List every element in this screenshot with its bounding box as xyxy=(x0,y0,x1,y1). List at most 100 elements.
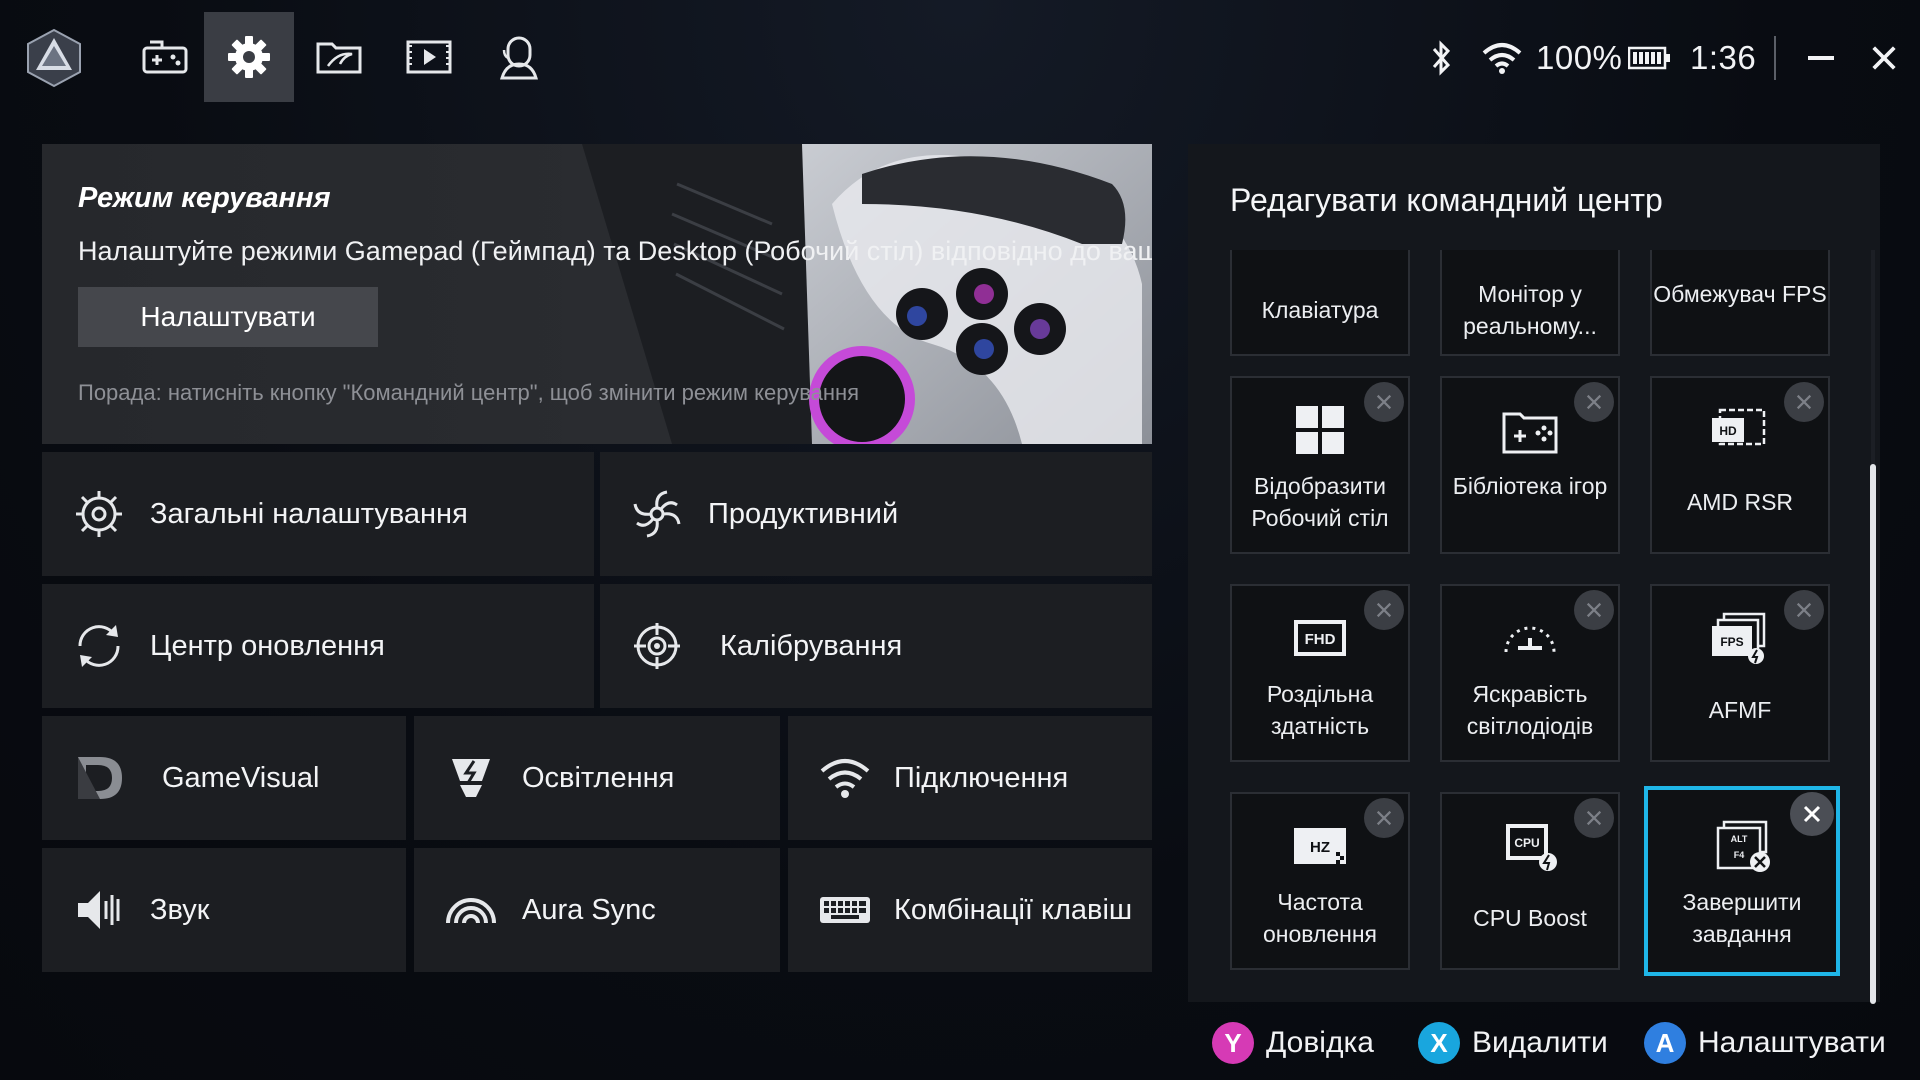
alt-f4-icon: ALT F4 xyxy=(1716,820,1770,872)
nav-tab-media[interactable] xyxy=(384,12,474,102)
aura-sync-icon xyxy=(446,898,496,924)
tile-update-center[interactable]: Центр оновлення xyxy=(42,584,594,708)
a-button-icon: A xyxy=(1644,1022,1686,1064)
card-label: Яскравість світлодіодів xyxy=(1466,681,1594,739)
hint-label: Видалити xyxy=(1472,1026,1608,1059)
windows-icon xyxy=(1296,406,1344,454)
fps-frames-icon: FPS xyxy=(1712,612,1766,664)
tile-label: Підключення xyxy=(894,761,1069,794)
card-label: Завершити завдання xyxy=(1682,889,1802,947)
svg-text:FHD: FHD xyxy=(1305,631,1336,648)
tile-key-combinations[interactable]: Комбінації клавіш xyxy=(788,848,1152,972)
close-icon[interactable] xyxy=(1870,30,1900,86)
card-label: Монітор у реальному... xyxy=(1463,281,1597,339)
tile-label: Центр оновлення xyxy=(150,629,385,662)
tile-gamevisual[interactable]: GameVisual xyxy=(42,716,406,840)
banner-title: Режим керування xyxy=(78,182,331,214)
card-afmf[interactable]: FPS AFMF xyxy=(1650,584,1830,762)
lighting-icon xyxy=(452,759,490,797)
minimize-icon[interactable] xyxy=(1806,30,1836,86)
tile-label: Калібрування xyxy=(720,629,903,662)
scrollbar-thumb[interactable] xyxy=(1870,464,1876,1004)
tile-label: Загальні налаштування xyxy=(150,497,468,530)
fhd-icon: FHD xyxy=(1294,620,1346,656)
y-button-icon: Y xyxy=(1212,1022,1254,1064)
tile-lighting[interactable]: Освітлення xyxy=(414,716,780,840)
card-label: Частота оновлення xyxy=(1262,889,1378,947)
remove-icon[interactable] xyxy=(1784,590,1824,630)
crosshair-icon xyxy=(634,623,680,669)
media-play-icon xyxy=(406,40,452,74)
tile-calibration[interactable]: Калібрування xyxy=(600,584,1152,708)
remove-icon[interactable] xyxy=(1574,590,1614,630)
fps-limit-icon xyxy=(1710,250,1770,254)
card-game-library[interactable]: Бібліотека ігор xyxy=(1440,376,1620,554)
card-cpu-boost[interactable]: CPU CPU Boost xyxy=(1440,792,1620,970)
speaker-icon xyxy=(78,891,120,929)
game-library-icon xyxy=(1502,412,1558,454)
svg-text:HZ: HZ xyxy=(1310,839,1330,856)
battery-percent: 100% xyxy=(1536,39,1623,76)
clock: 1:36 xyxy=(1690,39,1757,76)
wifi-status-icon xyxy=(1482,30,1526,86)
remove-icon[interactable] xyxy=(1364,382,1404,422)
tile-label: Продуктивний xyxy=(708,497,899,530)
wifi-icon xyxy=(820,759,870,798)
svg-text:ALT: ALT xyxy=(1731,834,1748,844)
hint-help[interactable]: Y Довідка xyxy=(1212,1020,1374,1066)
svg-text:F4: F4 xyxy=(1734,850,1745,860)
led-brightness-icon xyxy=(1504,626,1556,653)
tile-performance[interactable]: Продуктивний xyxy=(600,452,1152,576)
svg-text:FPS: FPS xyxy=(1720,635,1743,649)
card-show-desktop[interactable]: Відобразити Робочий стіл xyxy=(1230,376,1410,554)
nav-tab-support[interactable] xyxy=(474,12,564,102)
monitor-icon xyxy=(1500,250,1560,254)
remove-icon[interactable] xyxy=(1364,798,1404,838)
tile-label: Aura Sync xyxy=(522,893,656,926)
rog-logo[interactable] xyxy=(26,28,82,88)
hint-label: Довідка xyxy=(1266,1026,1374,1059)
card-label: Клавіатура xyxy=(1261,297,1379,323)
tile-aura-sync[interactable]: Aura Sync xyxy=(414,848,780,972)
hz-icon: HZ xyxy=(1294,828,1346,864)
game-controller-plus-icon xyxy=(142,40,188,74)
tile-label: GameVisual xyxy=(162,761,320,794)
card-amd-rsr[interactable]: HD AMD RSR xyxy=(1650,376,1830,554)
remove-icon[interactable] xyxy=(1784,382,1824,422)
card-label: Бібліотека ігор xyxy=(1452,473,1608,499)
tile-sound[interactable]: Звук xyxy=(42,848,406,972)
control-mode-banner: Режим керування Налаштуйте режими Gamepa… xyxy=(42,144,1152,444)
refresh-icon xyxy=(78,625,120,667)
remove-icon[interactable] xyxy=(1574,798,1614,838)
command-center-editor: Редагувати командний центр Клавіатура Мо… xyxy=(1188,144,1880,1004)
configure-button[interactable]: Налаштувати xyxy=(78,287,378,347)
hint-label: Налаштувати xyxy=(1698,1026,1886,1059)
tile-general-settings[interactable]: Загальні налаштування xyxy=(42,452,594,576)
remove-icon[interactable] xyxy=(1790,792,1834,836)
command-center-grid[interactable]: Клавіатура Монітор у реальному... Обмежу… xyxy=(1188,250,1880,1002)
card-keyboard[interactable]: Клавіатура xyxy=(1230,250,1410,356)
card-label: CPU Boost xyxy=(1473,905,1587,931)
hint-delete[interactable]: X Видалити xyxy=(1418,1020,1608,1066)
hint-configure[interactable]: A Налаштувати xyxy=(1644,1020,1886,1066)
card-resolution[interactable]: FHD Роздільна здатність xyxy=(1230,584,1410,762)
nav-tab-game-mode[interactable] xyxy=(120,12,210,102)
remove-icon[interactable] xyxy=(1364,590,1404,630)
cpu-boost-icon: CPU xyxy=(1506,824,1557,871)
bluetooth-icon xyxy=(1430,30,1460,86)
top-bar: 100% 1:36 xyxy=(0,0,1920,115)
card-led-brightness[interactable]: Яскравість світлодіодів xyxy=(1440,584,1620,762)
card-refresh-rate[interactable]: HZ Частота оновлення xyxy=(1230,792,1410,970)
gamevisual-icon xyxy=(78,757,122,799)
svg-text:CPU: CPU xyxy=(1514,836,1539,850)
card-end-task[interactable]: ALT F4 Завершити завдання xyxy=(1644,786,1840,976)
tile-connectivity[interactable]: Підключення xyxy=(788,716,1152,840)
tile-label: Звук xyxy=(150,893,210,926)
gear-outline-icon xyxy=(76,491,122,537)
card-fps-limiter[interactable]: Обмежувач FPS xyxy=(1650,250,1830,356)
rog-library-icon xyxy=(316,42,362,74)
nav-tab-settings[interactable] xyxy=(204,12,294,102)
nav-tab-library[interactable] xyxy=(294,12,384,102)
remove-icon[interactable] xyxy=(1574,382,1614,422)
card-realtime-monitor[interactable]: Монітор у реальному... xyxy=(1440,250,1620,356)
